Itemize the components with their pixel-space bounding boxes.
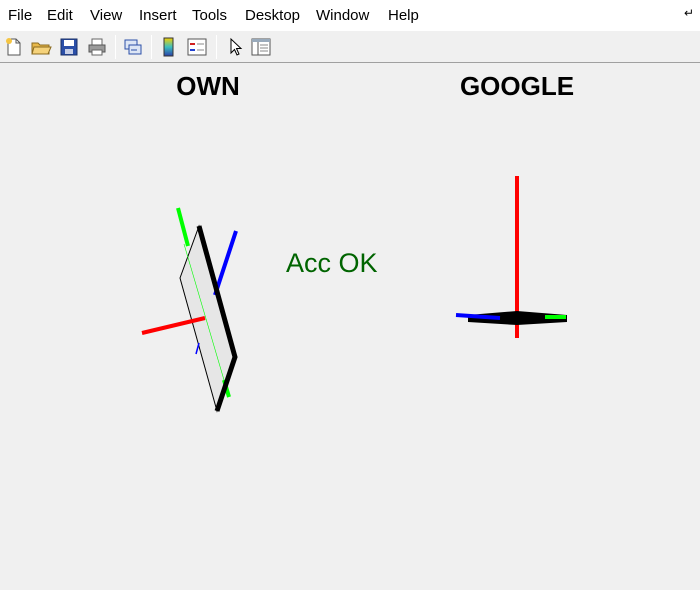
own-orientation-axes bbox=[141, 207, 238, 413]
google-orientation-axes bbox=[455, 176, 567, 338]
print-icon[interactable] bbox=[86, 36, 108, 58]
menu-bar: File Edit View Insert Tools Desktop Wind… bbox=[0, 0, 700, 31]
menu-insert[interactable]: Insert bbox=[139, 7, 177, 24]
menu-edit[interactable]: Edit bbox=[47, 7, 73, 24]
link-plot-icon[interactable] bbox=[122, 36, 144, 58]
new-figure-icon[interactable] bbox=[3, 36, 25, 58]
menu-desktop[interactable]: Desktop bbox=[245, 7, 300, 24]
toolbar-separator bbox=[115, 35, 116, 59]
menu-tools[interactable]: Tools bbox=[192, 7, 227, 24]
property-inspector-icon[interactable] bbox=[250, 36, 272, 58]
menu-file[interactable]: File bbox=[8, 7, 32, 24]
toolbar-separator bbox=[151, 35, 152, 59]
open-file-icon[interactable] bbox=[30, 36, 52, 58]
dock-figure-icon[interactable]: ↵ bbox=[684, 6, 694, 20]
save-icon[interactable] bbox=[58, 36, 80, 58]
orientation-plots bbox=[141, 176, 567, 413]
own-z-axis bbox=[213, 230, 238, 296]
toolbar-separator bbox=[216, 35, 217, 59]
menu-view[interactable]: View bbox=[90, 7, 122, 24]
legend-icon[interactable] bbox=[186, 36, 208, 58]
own-z-axis-tail bbox=[195, 342, 200, 355]
figure-toolbar bbox=[0, 31, 700, 63]
figure-canvas: OWN GOOGLE Acc OK bbox=[0, 64, 700, 590]
menu-help[interactable]: Help bbox=[388, 7, 419, 24]
colorbar-icon[interactable] bbox=[158, 36, 180, 58]
edit-plot-pointer-icon[interactable] bbox=[224, 36, 246, 58]
own-y-axis bbox=[176, 207, 190, 247]
menu-window[interactable]: Window bbox=[316, 7, 369, 24]
